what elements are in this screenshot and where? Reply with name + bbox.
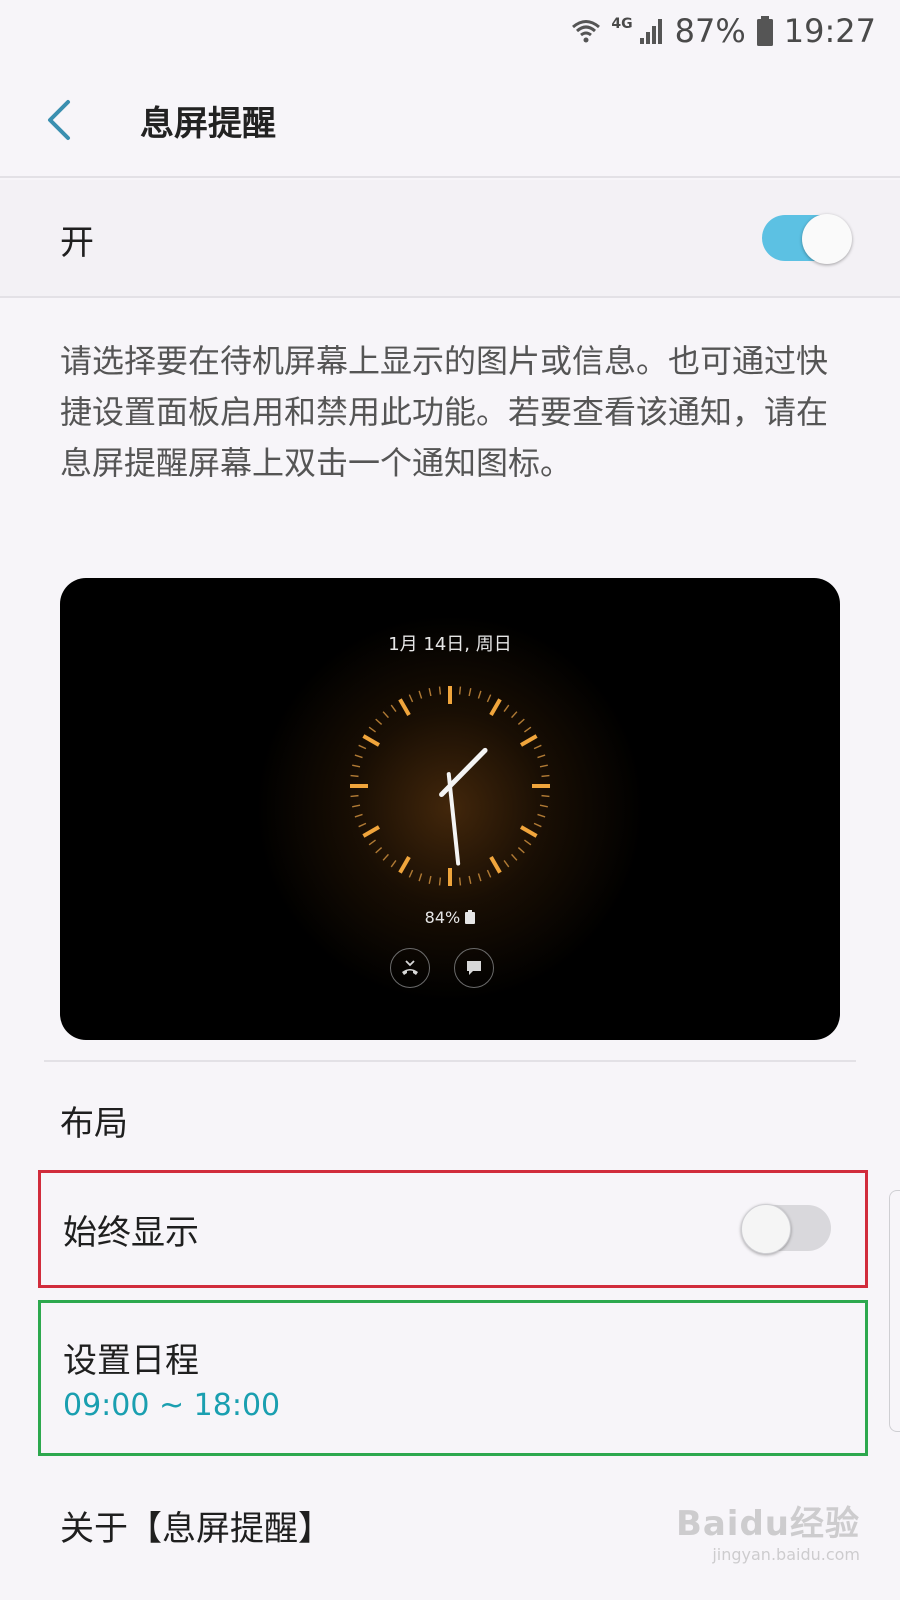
clock-minute-tick <box>477 690 482 699</box>
clock-minute-tick <box>368 839 376 846</box>
status-bar: 4G 87% 19:27 <box>0 0 900 62</box>
master-switch-row[interactable]: 开 <box>0 180 900 298</box>
clock-minute-tick <box>438 686 442 695</box>
section-divider <box>44 1060 856 1062</box>
clock-hour-tick <box>398 856 411 874</box>
clock-minute-tick <box>468 875 472 884</box>
clock-minute-tick <box>477 873 482 882</box>
about-label: 关于【息屏提醒】 <box>60 1508 332 1549</box>
back-arrow-icon <box>48 100 70 140</box>
clock-minute-tick <box>524 726 532 733</box>
preview-battery: 84% <box>60 908 840 927</box>
clock-minute-tick <box>352 764 361 768</box>
clock-minute-tick <box>511 853 518 861</box>
schedule-row[interactable]: 设置日程 09:00 ~ 18:00 <box>38 1300 868 1456</box>
clock-minute-tick <box>541 774 550 778</box>
clock-minute-tick <box>375 718 383 725</box>
clock-minute-tick <box>418 873 423 882</box>
baidu-watermark: Baidu经验 jingyan.baidu.com <box>676 1496 860 1564</box>
battery-icon <box>465 910 476 924</box>
scrollbar[interactable] <box>889 1190 900 1432</box>
always-on-row[interactable]: 始终显示 <box>38 1170 868 1288</box>
clock-minute-tick <box>428 688 432 697</box>
aod-preview: 1月 14日, 周日 84% <box>60 578 840 1040</box>
clock-minute-tick <box>390 860 397 868</box>
watermark-sub: jingyan.baidu.com <box>712 1545 860 1564</box>
clock-minute-tick <box>539 764 548 768</box>
clock-hour-tick <box>398 698 411 716</box>
master-toggle[interactable] <box>762 214 854 264</box>
clock-minute-tick <box>468 688 472 697</box>
clock-minute-tick <box>418 690 423 699</box>
clock-minute-tick <box>539 804 548 808</box>
clock-minute-tick <box>503 860 510 868</box>
clock-minute-tick <box>358 744 367 750</box>
clock-minute-tick <box>408 869 414 878</box>
header-divider <box>0 176 900 178</box>
clock-minute-tick <box>517 718 525 725</box>
clock-time: 19:27 <box>783 12 876 50</box>
battery-icon <box>756 15 774 47</box>
clock-minute-tick <box>352 804 361 808</box>
preview-date: 1月 14日, 周日 <box>388 634 512 655</box>
clock-minute-tick <box>537 813 546 818</box>
clock-minute-tick <box>358 822 367 828</box>
clock-minute-tick <box>368 726 376 733</box>
clock-minute-tick <box>511 711 518 719</box>
clock-hour-tick <box>520 825 538 838</box>
clock-minute-tick <box>408 694 414 703</box>
clock-minute-tick <box>350 794 359 798</box>
clock-minute-tick <box>354 813 363 818</box>
clock-minute-tick <box>354 754 363 759</box>
clock-minute-tick <box>390 704 397 712</box>
layout-item[interactable]: 布局 <box>44 1070 856 1170</box>
watermark-main: Baidu经验 <box>675 1504 860 1544</box>
missed-call-icon <box>390 948 430 988</box>
network-type: 4G <box>611 16 633 32</box>
back-button[interactable] <box>44 80 134 160</box>
page-title: 息屏提醒 <box>140 103 276 144</box>
master-switch-label: 开 <box>60 222 94 263</box>
clock-minute-tick <box>458 686 462 695</box>
message-icon <box>454 948 494 988</box>
clock-minute-tick <box>350 774 359 778</box>
wifi-icon <box>571 16 601 46</box>
clock-minute-tick <box>533 822 542 828</box>
clock-minute-tick <box>517 847 525 854</box>
clock-minute-tick <box>486 694 492 703</box>
clock-minute-tick <box>537 754 546 759</box>
signal-icon <box>639 16 665 46</box>
analog-clock <box>350 686 550 886</box>
clock-hour-tick <box>362 734 380 747</box>
master-divider <box>0 296 900 298</box>
schedule-value: 09:00 ~ 18:00 <box>63 1388 281 1423</box>
clock-minute-tick <box>428 875 432 884</box>
clock-minute-tick <box>533 744 542 750</box>
clock-minute-tick <box>524 839 532 846</box>
always-on-label: 始终显示 <box>63 1212 199 1253</box>
clock-minute-tick <box>382 711 389 719</box>
clock-hour-tick <box>489 698 502 716</box>
clock-hour-tick <box>489 856 502 874</box>
clock-minute-tick <box>375 847 383 854</box>
clock-hour-tick <box>362 825 380 838</box>
clock-minute-tick <box>382 853 389 861</box>
layout-label: 布局 <box>60 1103 128 1144</box>
clock-minute-tick <box>486 869 492 878</box>
clock-hour-tick <box>520 734 538 747</box>
always-on-toggle[interactable] <box>741 1204 833 1254</box>
minute-hand <box>446 772 461 866</box>
clock-minute-tick <box>503 704 510 712</box>
description-text: 请选择要在待机屏幕上显示的图片或信息。也可通过快捷设置面板启用和禁用此功能。若要… <box>60 342 829 482</box>
battery-percent: 87% <box>674 12 746 50</box>
schedule-label: 设置日程 <box>63 1341 199 1381</box>
clock-minute-tick <box>458 877 462 886</box>
app-bar: 息屏提醒 <box>0 62 900 178</box>
clock-minute-tick <box>541 794 550 798</box>
clock-minute-tick <box>438 877 442 886</box>
